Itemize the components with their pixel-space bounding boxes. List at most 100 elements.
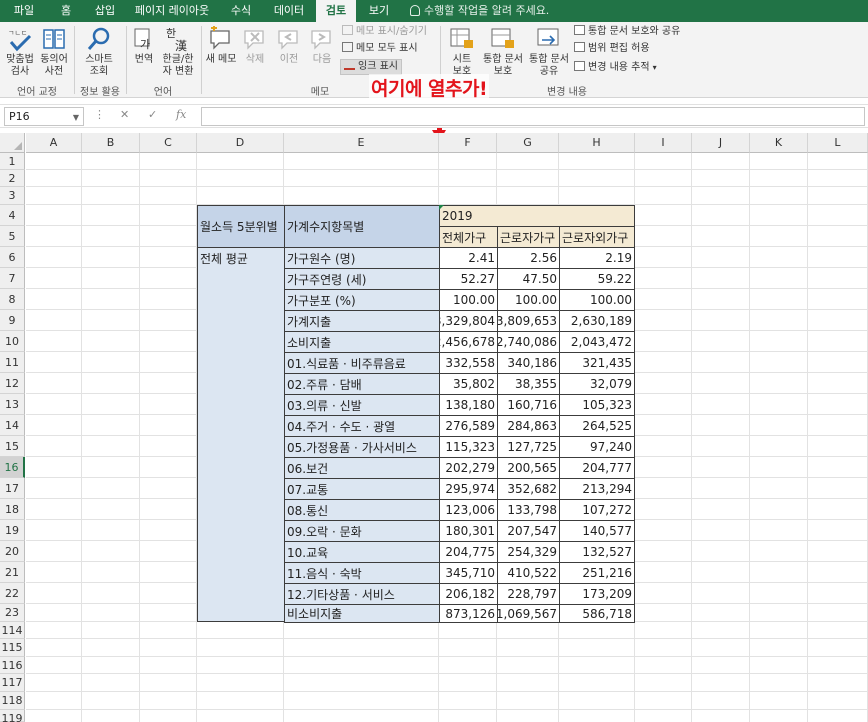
table-cell-value[interactable]: 204,775 (439, 541, 498, 563)
tab-data[interactable]: 데이터 (268, 0, 310, 22)
table-cell-value[interactable]: 264,525 (559, 415, 635, 437)
column-header-k[interactable]: K (750, 133, 808, 153)
table-cell-value[interactable]: 251,216 (559, 562, 635, 584)
table-cell-value[interactable]: 276,589 (439, 415, 498, 437)
formula-input[interactable] (201, 107, 865, 126)
row-header-18[interactable]: 18 (0, 499, 25, 520)
table-cell-value[interactable]: 1,069,567 (497, 604, 560, 623)
row-header-2[interactable]: 2 (0, 170, 25, 187)
table-row-label[interactable]: 가계지출 (284, 310, 440, 332)
row-header-5[interactable]: 5 (0, 226, 25, 247)
table-cell-value[interactable]: 115,323 (439, 436, 498, 458)
table-cell-value[interactable]: 3,809,653 (497, 310, 560, 332)
table-cell-value[interactable]: 160,716 (497, 394, 560, 416)
table-cell-value[interactable]: 47.50 (497, 268, 560, 290)
row-header-116[interactable]: 116 (0, 657, 25, 674)
column-header-c[interactable]: C (140, 133, 197, 153)
row-header-12[interactable]: 12 (0, 373, 25, 394)
column-header-b[interactable]: B (82, 133, 140, 153)
new-comment-button[interactable]: 새 메모 (204, 26, 238, 66)
row-header-15[interactable]: 15 (0, 436, 25, 457)
header-income-quintile[interactable]: 월소득 5분위별 (197, 205, 285, 248)
table-row-label[interactable]: 소비지출 (284, 331, 440, 353)
table-row-label[interactable]: 05.가정용품 · 가사서비스 (284, 436, 440, 458)
row-header-9[interactable]: 9 (0, 310, 25, 331)
table-cell-value[interactable]: 204,777 (559, 457, 635, 479)
track-changes-button[interactable]: 변경 내용 추적 ▾ (574, 61, 657, 75)
row-header-119[interactable]: 119 (0, 710, 25, 722)
table-cell-value[interactable]: 2.19 (559, 247, 635, 269)
column-header-d[interactable]: D (197, 133, 284, 153)
table-cell-value[interactable]: 207,547 (497, 520, 560, 542)
column-header-a[interactable]: A (26, 133, 82, 153)
spelling-button[interactable]: ㄱㄴㄷ 맞춤법 검사 (3, 26, 37, 78)
table-cell-value[interactable]: 133,798 (497, 499, 560, 521)
table-cell-value[interactable]: 213,294 (559, 478, 635, 500)
row-header-7[interactable]: 7 (0, 268, 25, 289)
name-box[interactable]: P16 ▼ (4, 107, 84, 126)
header-item[interactable]: 가계수지항목별 (284, 205, 440, 248)
table-row-label[interactable]: 01.식료품 · 비주류음료 (284, 352, 440, 374)
table-cell-value[interactable]: 100.00 (439, 289, 498, 311)
delete-comment-button[interactable]: 삭제 (240, 26, 270, 66)
table-cell-value[interactable]: 35,802 (439, 373, 498, 395)
row-header-22[interactable]: 22 (0, 583, 25, 604)
column-header-l[interactable]: L (808, 133, 868, 153)
tab-review[interactable]: 검토 (316, 0, 356, 22)
table-cell-value[interactable]: 123,006 (439, 499, 498, 521)
row-header-17[interactable]: 17 (0, 478, 25, 499)
table-cell-value[interactable]: 59.22 (559, 268, 635, 290)
table-cell-value[interactable]: 352,682 (497, 478, 560, 500)
table-cell-value[interactable]: 295,974 (439, 478, 498, 500)
protect-sheet-button[interactable]: 시트 보호 (444, 26, 480, 78)
column-header-g[interactable]: G (497, 133, 559, 153)
tab-home[interactable]: 홈 (50, 0, 82, 22)
column-header-e[interactable]: E (284, 133, 439, 153)
table-cell-value[interactable]: 32,079 (559, 373, 635, 395)
cancel-icon[interactable]: ✕ (120, 108, 129, 121)
tab-view[interactable]: 보기 (360, 0, 398, 22)
enter-icon[interactable]: ✓ (148, 108, 157, 121)
table-cell-value[interactable]: 254,329 (497, 541, 560, 563)
table-cell-value[interactable]: 206,182 (439, 583, 498, 605)
row-header-117[interactable]: 117 (0, 674, 25, 692)
table-cell-value[interactable]: 127,725 (497, 436, 560, 458)
protect-and-share-button[interactable]: 통합 문서 보호와 공유 (574, 25, 680, 39)
table-cell-value[interactable]: 180,301 (439, 520, 498, 542)
table-row-label[interactable]: 06.보건 (284, 457, 440, 479)
table-cell-value[interactable]: 173,209 (559, 583, 635, 605)
table-cell-value[interactable]: 873,126 (439, 604, 498, 623)
table-row-label[interactable]: 08.통신 (284, 499, 440, 521)
row-header-114[interactable]: 114 (0, 622, 25, 639)
table-cell-value[interactable]: 2,456,678 (439, 331, 498, 353)
table-row-label[interactable]: 가구분포 (%) (284, 289, 440, 311)
table-row-label[interactable]: 10.교육 (284, 541, 440, 563)
table-cell-value[interactable]: 586,718 (559, 604, 635, 623)
table-cell-value[interactable]: 52.27 (439, 268, 498, 290)
table-cell-value[interactable]: 345,710 (439, 562, 498, 584)
thesaurus-button[interactable]: 동의어 사전 (37, 26, 71, 78)
row-header-13[interactable]: 13 (0, 394, 25, 415)
select-all-button[interactable] (0, 133, 25, 153)
table-cell-value[interactable]: 410,522 (497, 562, 560, 584)
row-header-6[interactable]: 6 (0, 247, 25, 268)
table-cell-value[interactable]: 97,240 (559, 436, 635, 458)
row-header-1[interactable]: 1 (0, 153, 25, 170)
table-row-label[interactable]: 09.오락 · 문화 (284, 520, 440, 542)
row-header-21[interactable]: 21 (0, 562, 25, 583)
table-row-label[interactable]: 비소비지출 (284, 604, 440, 623)
table-row-label[interactable]: 03.의류 · 신발 (284, 394, 440, 416)
show-ink-button[interactable]: 잉크 표시 (340, 59, 402, 75)
row-header-11[interactable]: 11 (0, 352, 25, 373)
table-cell-value[interactable]: 340,186 (497, 352, 560, 374)
table-row-label[interactable]: 가구주연령 (세) (284, 268, 440, 290)
table-cell-value[interactable]: 100.00 (497, 289, 560, 311)
row-header-14[interactable]: 14 (0, 415, 25, 436)
table-cell-value[interactable]: 2.41 (439, 247, 498, 269)
tell-me-box[interactable]: 수행할 작업을 알려 주세요. (410, 0, 549, 22)
table-cell-value[interactable]: 2,740,086 (497, 331, 560, 353)
table-cell-value[interactable]: 332,558 (439, 352, 498, 374)
allow-edit-ranges-button[interactable]: 범위 편집 허용 (574, 42, 650, 56)
table-cell-value[interactable]: 2.56 (497, 247, 560, 269)
table-cell-value[interactable]: 3,329,804 (439, 310, 498, 332)
